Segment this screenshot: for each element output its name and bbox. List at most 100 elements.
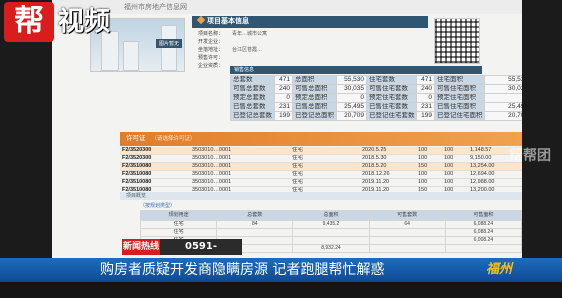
column-header: 总面积	[292, 210, 370, 221]
stat-label: 已售住宅面积	[434, 102, 485, 112]
stat-value: 240	[416, 84, 435, 94]
stat-label: 已登记住宅套数	[366, 111, 417, 121]
license-cell: 3503010…0001	[190, 162, 290, 171]
row-label: 开发企业：	[198, 39, 224, 45]
table-cell	[368, 236, 446, 245]
detail-tab[interactable]: （按规划类型）	[140, 202, 190, 210]
lower-frame	[0, 282, 562, 298]
sales-table: 总套数471总面积55,530住宅套数471住宅面积55,530可售总套数240…	[230, 75, 522, 121]
license-cell: 3503010…0001	[190, 170, 290, 179]
project-row: 开发企业：	[192, 38, 428, 46]
photo-caption: 图片暂无	[155, 39, 182, 48]
location-tag: 福州	[486, 262, 513, 277]
stat-value: 55,530	[336, 75, 367, 85]
stat-value: 0	[336, 93, 367, 103]
stat-value: 199	[416, 111, 435, 121]
building-shape	[123, 41, 139, 71]
news-hotline: 新闻热线 0591-38280880	[122, 239, 242, 268]
stat-value: 231	[416, 102, 435, 112]
row-label: 企业资质：	[198, 63, 224, 69]
license-cell: F2/3520300	[120, 154, 190, 163]
column-header: 可售套数	[368, 210, 446, 221]
stat-value: 231	[274, 102, 293, 112]
license-cell: 100	[442, 178, 468, 187]
row-label: 坐落地址：	[198, 47, 224, 53]
stat-value: 240	[274, 84, 293, 94]
license-row[interactable]: F2/3520300 3503010…0001 住宅 2018.5.30 100 100 9…	[120, 154, 522, 163]
license-cell: 100	[442, 170, 468, 179]
building-shape	[161, 25, 177, 71]
stat-value: 0	[416, 93, 435, 103]
license-table: F2/3520300 3503010…0001 住宅 2020.5.25 100 100 1…	[120, 147, 522, 195]
stat-value: 20,709	[484, 111, 522, 121]
license-cell: 100	[416, 178, 442, 187]
sales-header: 销售信息	[230, 66, 482, 74]
stat-value: 30,035	[484, 84, 522, 94]
license-cell: 2018.12.26	[360, 170, 416, 179]
license-cell: 150	[416, 162, 442, 171]
license-cell: F2/3510080	[120, 162, 190, 171]
table-cell: 6,008.24	[444, 236, 522, 245]
license-cell: 3503010…0001	[190, 147, 290, 155]
table-cell: 84	[216, 220, 294, 229]
license-cell: 100	[416, 154, 442, 163]
diamond-icon	[196, 15, 206, 25]
hotline-tag: 新闻热线	[122, 239, 160, 255]
stat-value: 30,035	[336, 84, 367, 94]
table-cell	[292, 236, 370, 245]
license-cell: 100	[442, 154, 468, 163]
row-value: 台江区苍霞…	[232, 47, 263, 53]
news-headline: 购房者质疑开发商隐瞒房源 记者跑腿帮忙解惑	[100, 262, 385, 278]
license-row[interactable]: F2/3510080 3503010…0001 住宅 2019.11.20 100 100…	[120, 178, 522, 187]
project-row: 项目名称： 青年…城市公寓	[192, 30, 428, 38]
row-label: 预售许可：	[198, 55, 224, 61]
table-cell: 8,932.24	[292, 244, 370, 253]
qr-code	[434, 18, 480, 64]
table-row: 总套数471总面积55,530住宅套数471住宅面积55,530	[230, 75, 522, 85]
stat-label: 总套数	[230, 75, 275, 85]
license-cell: 住宅	[290, 178, 360, 187]
license-cell: 2018.5.20	[360, 162, 416, 171]
stat-value: 20,709	[336, 111, 367, 121]
table-cell	[368, 228, 446, 237]
license-cell: 住宅	[290, 170, 360, 179]
license-cell: F2/3510080	[120, 178, 190, 187]
stat-value: 25,495	[484, 102, 522, 112]
column-header: 规划用途	[139, 210, 218, 221]
license-cell: 100	[442, 147, 468, 155]
row-value: 青年…城市公寓	[232, 31, 268, 37]
table-row: 住宅 84 9,435.2 64 6,088.24	[139, 220, 522, 229]
project-row: 预售许可：	[192, 54, 428, 62]
stat-label: 预定总面积	[292, 93, 337, 103]
stat-label: 已登记总套数	[230, 111, 275, 121]
project-row: 坐落地址： 台江区苍霞…	[192, 46, 428, 54]
stat-label: 总面积	[292, 75, 337, 85]
license-header: 许可证 （请选择许可证）	[120, 132, 522, 146]
browser-url: 福州市房地产信息网	[124, 4, 187, 11]
stat-value: 0	[274, 93, 293, 103]
license-cell: 住宅	[290, 162, 360, 171]
stat-label: 预定总套数	[230, 93, 275, 103]
table-cell	[444, 244, 522, 253]
logo-text: 视频	[58, 7, 111, 37]
license-cell: F2/3520300	[120, 147, 190, 155]
stat-label: 可售总面积	[292, 84, 337, 94]
stat-value: 55,530	[484, 75, 522, 85]
table-cell: 6,088.24	[444, 220, 522, 229]
stat-label: 可售住宅套数	[366, 84, 417, 94]
stat-label: 预定住宅套数	[366, 93, 417, 103]
license-row[interactable]: F2/3510080 3503010…0001 住宅 2018.12.26 100 100…	[120, 170, 522, 179]
license-row[interactable]: F2/3510080 3503010…0001 住宅 2018.5.20 150 100 1…	[120, 162, 522, 171]
license-cell: 3503010…0001	[190, 154, 290, 163]
stat-value: 25,495	[336, 102, 367, 112]
license-cell: 住宅	[290, 154, 360, 163]
table-row: 预定总套数0预定总面积0预定住宅套数0预定住宅面积0	[230, 93, 522, 103]
license-cell: 100	[416, 170, 442, 179]
table-cell: 6,088.24	[444, 228, 522, 237]
table-row: 住宅 6,088.24	[139, 228, 522, 237]
project-info-title: 项目基本信息	[207, 18, 249, 25]
license-cell: 100	[442, 162, 468, 171]
stat-label: 已登记住宅面积	[434, 111, 485, 121]
stat-value: 471	[274, 75, 293, 85]
license-row[interactable]: F2/3520300 3503010…0001 住宅 2020.5.25 100 100 1…	[120, 147, 522, 155]
